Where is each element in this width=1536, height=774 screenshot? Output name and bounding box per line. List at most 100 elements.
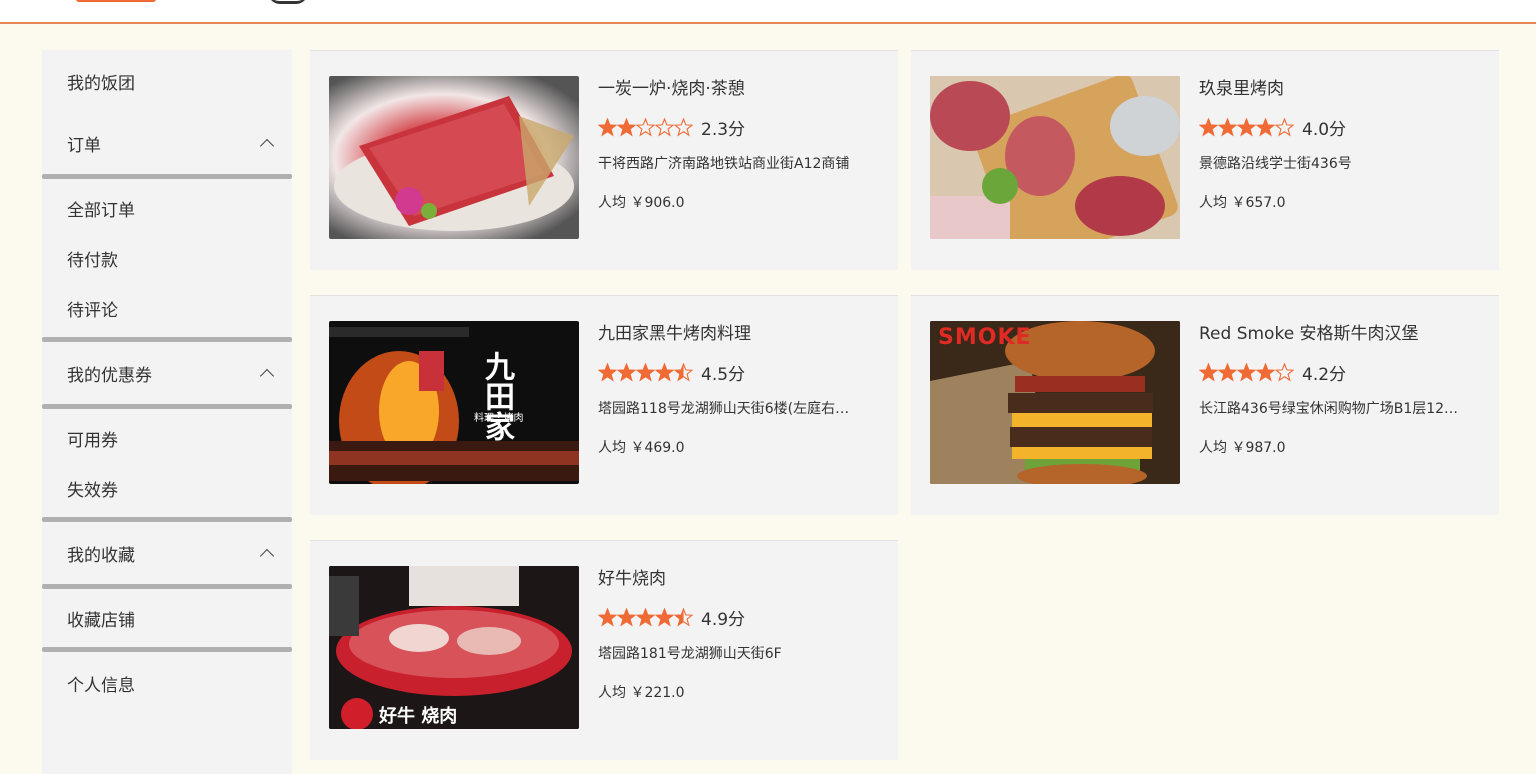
logo-icon: [268, 0, 308, 4]
restaurant-image[interactable]: [329, 76, 579, 239]
restaurant-card[interactable]: SMOKE Red Smoke 安格斯牛肉汉堡 4.2分 长江路436号绿宝休闲…: [911, 295, 1499, 515]
star-empty-icon: [1275, 362, 1294, 381]
sidebar-group-label: 订单: [67, 135, 101, 156]
header-button[interactable]: [76, 0, 156, 2]
sidebar-item-label: 收藏店铺: [67, 610, 135, 631]
restaurant-name[interactable]: 玖泉里烤肉: [1199, 76, 1479, 102]
restaurant-image[interactable]: 好牛 烧肉: [329, 566, 579, 729]
restaurant-address: 景德路沿线学士街436号: [1199, 156, 1352, 172]
sidebar-group-coupons[interactable]: 我的优惠券: [42, 342, 292, 404]
star-half-icon: [674, 362, 693, 381]
thumb-logo-text: 好牛 烧肉: [379, 706, 458, 727]
sidebar-item-label: 我的饭团: [67, 73, 135, 94]
star-full-icon: [1237, 362, 1256, 381]
star-rating: [1199, 362, 1294, 382]
star-rating: [598, 117, 693, 137]
rating-score: 4.5分: [701, 364, 746, 385]
rating-score: 4.0分: [1302, 119, 1347, 140]
star-full-icon: [617, 362, 636, 381]
restaurant-address: 长江路436号绿宝休闲购物广场B1层12…: [1199, 401, 1459, 417]
average-price: 人均 ￥987.0: [1199, 440, 1286, 456]
restaurant-name[interactable]: Red Smoke 安格斯牛肉汉堡: [1199, 321, 1479, 347]
thumb-sub-text: 料理 · 烤肉: [474, 413, 524, 424]
restaurant-name[interactable]: 好牛烧肉: [598, 566, 878, 592]
rating-score: 2.3分: [701, 119, 746, 140]
sidebar-item-expired-coupons[interactable]: 失效券: [42, 463, 292, 513]
star-full-icon: [617, 607, 636, 626]
star-rating: [598, 607, 693, 627]
star-full-icon: [655, 362, 674, 381]
sidebar-group-favorites[interactable]: 我的收藏: [42, 522, 292, 584]
star-rating: [1199, 117, 1294, 137]
rating: 4.5分: [598, 361, 878, 385]
restaurant-card[interactable]: 一炭一炉·烧肉·茶憩 2.3分 干将西路广济南路地铁站商业街A12商铺 人均 ￥…: [310, 50, 898, 270]
restaurant-info: 玖泉里烤肉 4.0分 景德路沿线学士街436号 人均 ￥657.0: [1199, 76, 1479, 212]
top-header: [0, 0, 1536, 24]
restaurant-info: Red Smoke 安格斯牛肉汉堡 4.2分 长江路436号绿宝休闲购物广场B1…: [1199, 321, 1479, 457]
sidebar-group-orders[interactable]: 订单: [42, 112, 292, 174]
star-full-icon: [598, 607, 617, 626]
restaurant-card[interactable]: 玖泉里烤肉 4.0分 景德路沿线学士街436号 人均 ￥657.0: [911, 50, 1499, 270]
star-full-icon: [636, 607, 655, 626]
star-full-icon: [1199, 362, 1218, 381]
rating: 4.9分: [598, 606, 878, 630]
sidebar-group-label: 我的收藏: [67, 545, 135, 566]
sidebar-item-label: 待付款: [67, 250, 118, 271]
restaurant-address: 干将西路广济南路地铁站商业街A12商铺: [598, 156, 850, 172]
restaurant-image[interactable]: 九田家 料理 · 烤肉: [329, 321, 579, 484]
average-price: 人均 ￥469.0: [598, 440, 685, 456]
average-price: 人均 ￥221.0: [598, 685, 685, 701]
restaurant-info: 好牛烧肉 4.9分 塔园路181号龙湖狮山天街6F 人均 ￥221.0: [598, 566, 878, 702]
sidebar-group-label: 我的优惠券: [67, 365, 152, 386]
star-full-icon: [598, 117, 617, 136]
rating: 4.2分: [1199, 361, 1479, 385]
rating: 4.0分: [1199, 116, 1479, 140]
sidebar-item-label: 全部订单: [67, 200, 135, 221]
restaurant-image[interactable]: SMOKE: [930, 321, 1180, 484]
chevron-up-icon: [259, 138, 275, 154]
sidebar-item-all-orders[interactable]: 全部订单: [42, 183, 292, 233]
sidebar: 我的饭团 订单 全部订单 待付款 待评论 我的优惠券 可用券 失效券 我的收藏 …: [42, 50, 292, 774]
sidebar-submenu-favorites: 收藏店铺: [42, 589, 292, 647]
sidebar-item-my-groups[interactable]: 我的饭团: [42, 50, 292, 112]
star-full-icon: [617, 117, 636, 136]
star-empty-icon: [674, 117, 693, 136]
star-full-icon: [598, 362, 617, 381]
star-full-icon: [1237, 117, 1256, 136]
sidebar-item-label: 可用券: [67, 430, 118, 451]
sidebar-item-pending-review[interactable]: 待评论: [42, 283, 292, 333]
thumb-brand-text: SMOKE: [938, 325, 1032, 350]
rating: 2.3分: [598, 116, 878, 140]
star-full-icon: [1218, 362, 1237, 381]
star-full-icon: [1256, 362, 1275, 381]
restaurant-image[interactable]: [930, 76, 1180, 239]
sidebar-item-label: 待评论: [67, 300, 118, 321]
sidebar-item-pending-payment[interactable]: 待付款: [42, 233, 292, 283]
star-full-icon: [636, 362, 655, 381]
restaurant-info: 一炭一炉·烧肉·茶憩 2.3分 干将西路广济南路地铁站商业街A12商铺 人均 ￥…: [598, 76, 878, 212]
average-price: 人均 ￥657.0: [1199, 195, 1286, 211]
star-full-icon: [1218, 117, 1237, 136]
star-empty-icon: [655, 117, 674, 136]
rating-score: 4.9分: [701, 609, 746, 630]
star-full-icon: [1256, 117, 1275, 136]
restaurant-name[interactable]: 一炭一炉·烧肉·茶憩: [598, 76, 878, 102]
star-half-icon: [674, 607, 693, 626]
sidebar-item-favorite-shops[interactable]: 收藏店铺: [42, 593, 292, 643]
thumb-logo-text: 九田家: [479, 351, 514, 441]
sidebar-item-available-coupons[interactable]: 可用券: [42, 413, 292, 463]
sidebar-item-profile[interactable]: 个人信息: [42, 652, 292, 714]
restaurant-card[interactable]: 九田家 料理 · 烤肉 九田家黑牛烤肉料理 4.5分 塔园路118号龙湖狮山天街…: [310, 295, 898, 515]
restaurant-card[interactable]: 好牛 烧肉 好牛烧肉 4.9分 塔园路181号龙湖狮山天街6F 人均 ￥221.…: [310, 540, 898, 760]
restaurant-address: 塔园路118号龙湖狮山天街6楼(左庭右…: [598, 401, 850, 417]
star-rating: [598, 362, 693, 382]
sidebar-item-label: 失效券: [67, 480, 118, 501]
restaurant-info: 九田家黑牛烤肉料理 4.5分 塔园路118号龙湖狮山天街6楼(左庭右… 人均 ￥…: [598, 321, 878, 457]
sidebar-submenu-orders: 全部订单 待付款 待评论: [42, 179, 292, 337]
sidebar-item-label: 个人信息: [67, 675, 135, 696]
sidebar-submenu-coupons: 可用券 失效券: [42, 409, 292, 517]
star-empty-icon: [1275, 117, 1294, 136]
chevron-up-icon: [259, 368, 275, 384]
restaurant-name[interactable]: 九田家黑牛烤肉料理: [598, 321, 878, 347]
star-empty-icon: [636, 117, 655, 136]
